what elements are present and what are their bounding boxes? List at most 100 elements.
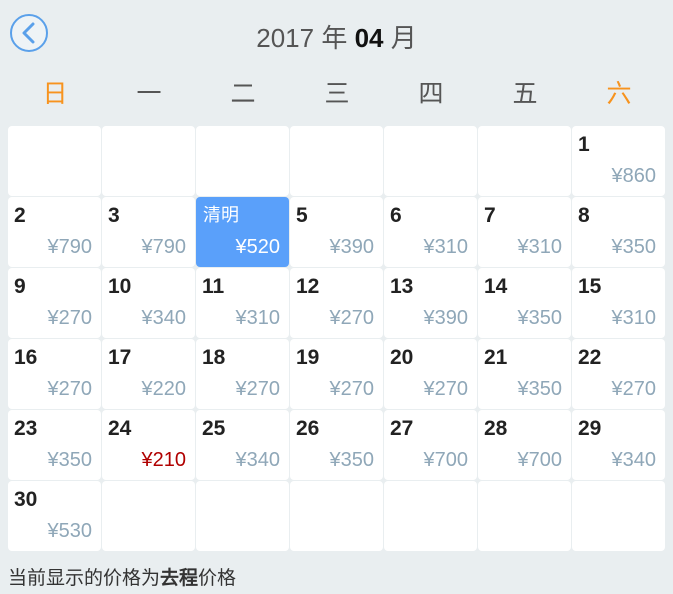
day-cell[interactable]: 17 ¥220 <box>102 339 195 409</box>
day-price: ¥270 <box>329 378 375 400</box>
day-cell[interactable]: 20 ¥270 <box>384 339 477 409</box>
day-number: 19 <box>296 346 320 369</box>
day-cell[interactable]: 21 ¥350 <box>478 339 571 409</box>
day-cell[interactable]: 11 ¥310 <box>196 268 289 338</box>
day-number: 6 <box>390 204 402 227</box>
day-number: 20 <box>390 346 414 369</box>
day-cell[interactable]: 8 ¥350 <box>572 197 665 267</box>
day-price: ¥530 <box>47 520 93 542</box>
day-number: 9 <box>14 275 26 298</box>
day-number: 7 <box>484 204 496 227</box>
day-cell[interactable]: 2 ¥790 <box>8 197 101 267</box>
day-price: ¥390 <box>329 236 375 258</box>
price-note-prefix: 当前显示的价格为 <box>8 568 161 589</box>
day-price: ¥520 <box>235 236 281 258</box>
empty-cell <box>102 481 195 551</box>
day-price: ¥270 <box>235 378 281 400</box>
day-price: ¥270 <box>47 307 93 329</box>
day-price: ¥350 <box>517 307 563 329</box>
day-number: 12 <box>296 275 320 298</box>
day-cell[interactable]: 19 ¥270 <box>290 339 383 409</box>
day-cell[interactable]: 13 ¥390 <box>384 268 477 338</box>
day-cell[interactable]: 5 ¥390 <box>290 197 383 267</box>
day-cell[interactable]: 16 ¥270 <box>8 339 101 409</box>
day-price: ¥700 <box>423 449 469 471</box>
month-title: 2017 年 04 月 <box>0 22 673 54</box>
day-cell[interactable]: 1 ¥860 <box>572 126 665 196</box>
calendar-grid: 1 ¥860 2 ¥790 3 ¥790 清明 ¥520 5 ¥390 6 ¥310 7 ¥3… <box>8 126 666 551</box>
day-cell[interactable]: 3 ¥790 <box>102 197 195 267</box>
price-note-trip-type: 去程 <box>160 568 199 589</box>
day-price: ¥340 <box>141 307 187 329</box>
empty-cell <box>478 481 571 551</box>
weekday-mon: 一 <box>136 80 162 108</box>
day-number: 29 <box>578 417 602 440</box>
day-cell[interactable]: 30 ¥530 <box>8 481 101 551</box>
day-number: 11 <box>202 275 225 298</box>
day-number: 1 <box>578 133 590 156</box>
day-number: 5 <box>296 204 308 227</box>
day-price: ¥270 <box>329 307 375 329</box>
weekday-sat: 六 <box>606 80 632 108</box>
day-cell[interactable]: 26 ¥350 <box>290 410 383 480</box>
month-title-suffix: 月 <box>383 23 417 53</box>
empty-cell <box>102 126 195 196</box>
empty-cell <box>290 481 383 551</box>
day-number: 22 <box>578 346 602 369</box>
day-price: ¥860 <box>611 165 657 187</box>
empty-cell <box>196 126 289 196</box>
weekday-tue: 二 <box>230 80 256 108</box>
day-price: ¥700 <box>517 449 563 471</box>
day-cell[interactable]: 14 ¥350 <box>478 268 571 338</box>
day-number: 17 <box>108 346 132 369</box>
day-price: ¥350 <box>47 449 93 471</box>
day-number: 30 <box>14 488 38 511</box>
day-price: ¥390 <box>423 307 469 329</box>
day-price: ¥790 <box>141 236 187 258</box>
day-price: ¥790 <box>47 236 93 258</box>
day-cell[interactable]: 7 ¥310 <box>478 197 571 267</box>
day-price: ¥350 <box>329 449 375 471</box>
day-cell[interactable]: 9 ¥270 <box>8 268 101 338</box>
day-cell[interactable]: 29 ¥340 <box>572 410 665 480</box>
day-number: 26 <box>296 417 320 440</box>
weekday-row: 日 一 二 三 四 五 六 <box>8 78 666 114</box>
day-number: 21 <box>484 346 508 369</box>
day-number: 13 <box>390 275 414 298</box>
empty-cell <box>196 481 289 551</box>
day-cell[interactable]: 6 ¥310 <box>384 197 477 267</box>
empty-cell <box>572 481 665 551</box>
day-cell[interactable]: 23 ¥350 <box>8 410 101 480</box>
weekday-fri: 五 <box>512 80 538 108</box>
month-title-year: 2017 年 <box>256 23 355 53</box>
day-number: 23 <box>14 417 38 440</box>
day-cell[interactable]: 28 ¥700 <box>478 410 571 480</box>
day-price: ¥270 <box>423 378 469 400</box>
empty-cell <box>384 481 477 551</box>
calendar-header: 2017 年 04 月 <box>0 0 673 78</box>
day-cell-selected[interactable]: 清明 ¥520 <box>196 197 289 267</box>
day-cell[interactable]: 24 ¥210 <box>102 410 195 480</box>
price-note-suffix: 价格 <box>198 568 237 589</box>
empty-cell <box>384 126 477 196</box>
day-price-lowest: ¥210 <box>141 449 187 471</box>
day-price: ¥350 <box>611 236 657 258</box>
day-price: ¥340 <box>611 449 657 471</box>
weekday-wed: 三 <box>324 80 350 108</box>
day-cell[interactable]: 25 ¥340 <box>196 410 289 480</box>
day-cell[interactable]: 10 ¥340 <box>102 268 195 338</box>
weekday-thu: 四 <box>418 80 444 108</box>
month-title-month: 04 <box>354 23 384 53</box>
day-cell[interactable]: 15 ¥310 <box>572 268 665 338</box>
day-price: ¥310 <box>235 307 281 329</box>
day-price: ¥270 <box>47 378 93 400</box>
price-note: 当前显示的价格为去程价格 <box>8 566 236 592</box>
day-cell[interactable]: 12 ¥270 <box>290 268 383 338</box>
day-number: 27 <box>390 417 414 440</box>
day-number: 25 <box>202 417 226 440</box>
holiday-label: 清明 <box>203 205 239 225</box>
day-number: 14 <box>484 275 508 298</box>
day-cell[interactable]: 18 ¥270 <box>196 339 289 409</box>
day-cell[interactable]: 27 ¥700 <box>384 410 477 480</box>
day-cell[interactable]: 22 ¥270 <box>572 339 665 409</box>
